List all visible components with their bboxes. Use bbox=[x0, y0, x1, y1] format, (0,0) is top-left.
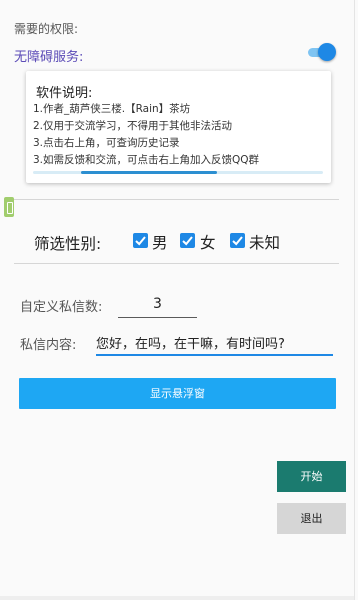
info-line: 2.仅用于交流学习，不得用于其他非法活动 bbox=[33, 120, 233, 132]
floating-handle-icon[interactable] bbox=[2, 194, 16, 220]
start-button[interactable]: 开始 bbox=[277, 461, 346, 492]
info-line: 3.点击右上角，可查询历史记录 bbox=[33, 137, 180, 149]
unknown-checkbox[interactable] bbox=[230, 233, 245, 248]
check-icon bbox=[182, 236, 193, 246]
info-card: 软件说明: 1.作者_葫芦侠三楼.【Rain】茶坊 2.仅用于交流学习，不得用于… bbox=[26, 71, 331, 183]
divider bbox=[14, 263, 339, 264]
male-label: 男 bbox=[152, 234, 168, 252]
unknown-label: 未知 bbox=[249, 234, 281, 252]
message-count-input[interactable] bbox=[118, 291, 197, 318]
permissions-title: 需要的权限: bbox=[14, 22, 79, 36]
message-content-input[interactable] bbox=[96, 330, 333, 356]
horizontal-scrollbar[interactable] bbox=[33, 171, 323, 174]
message-content-label: 私信内容: bbox=[20, 338, 77, 353]
accessibility-service-toggle[interactable] bbox=[306, 42, 336, 62]
info-line: 1.作者_葫芦侠三楼.【Rain】茶坊 bbox=[33, 103, 191, 115]
female-checkbox[interactable] bbox=[180, 233, 195, 248]
message-count-label: 自定义私信数: bbox=[20, 300, 103, 315]
gender-filter-label: 筛选性别: bbox=[34, 235, 102, 253]
female-label: 女 bbox=[200, 234, 216, 252]
check-icon bbox=[232, 236, 243, 246]
divider bbox=[14, 199, 339, 200]
accessibility-service-label: 无障碍服务: bbox=[14, 50, 84, 65]
bottom-edge bbox=[0, 596, 354, 600]
check-icon bbox=[135, 236, 146, 246]
scrollbar-thumb[interactable] bbox=[81, 171, 217, 174]
exit-button[interactable]: 退出 bbox=[277, 503, 346, 534]
male-checkbox[interactable] bbox=[133, 233, 148, 248]
app-screen: 需要的权限: 无障碍服务: 软件说明: 1.作者_葫芦侠三楼.【Rain】茶坊 … bbox=[0, 0, 355, 600]
info-line: 3.如需反馈和交流，可点击右上角加入反馈QQ群 bbox=[33, 154, 260, 166]
show-floating-window-button[interactable]: 显示悬浮窗 bbox=[19, 378, 336, 409]
toggle-thumb bbox=[318, 43, 336, 61]
info-card-title: 软件说明: bbox=[36, 86, 93, 101]
